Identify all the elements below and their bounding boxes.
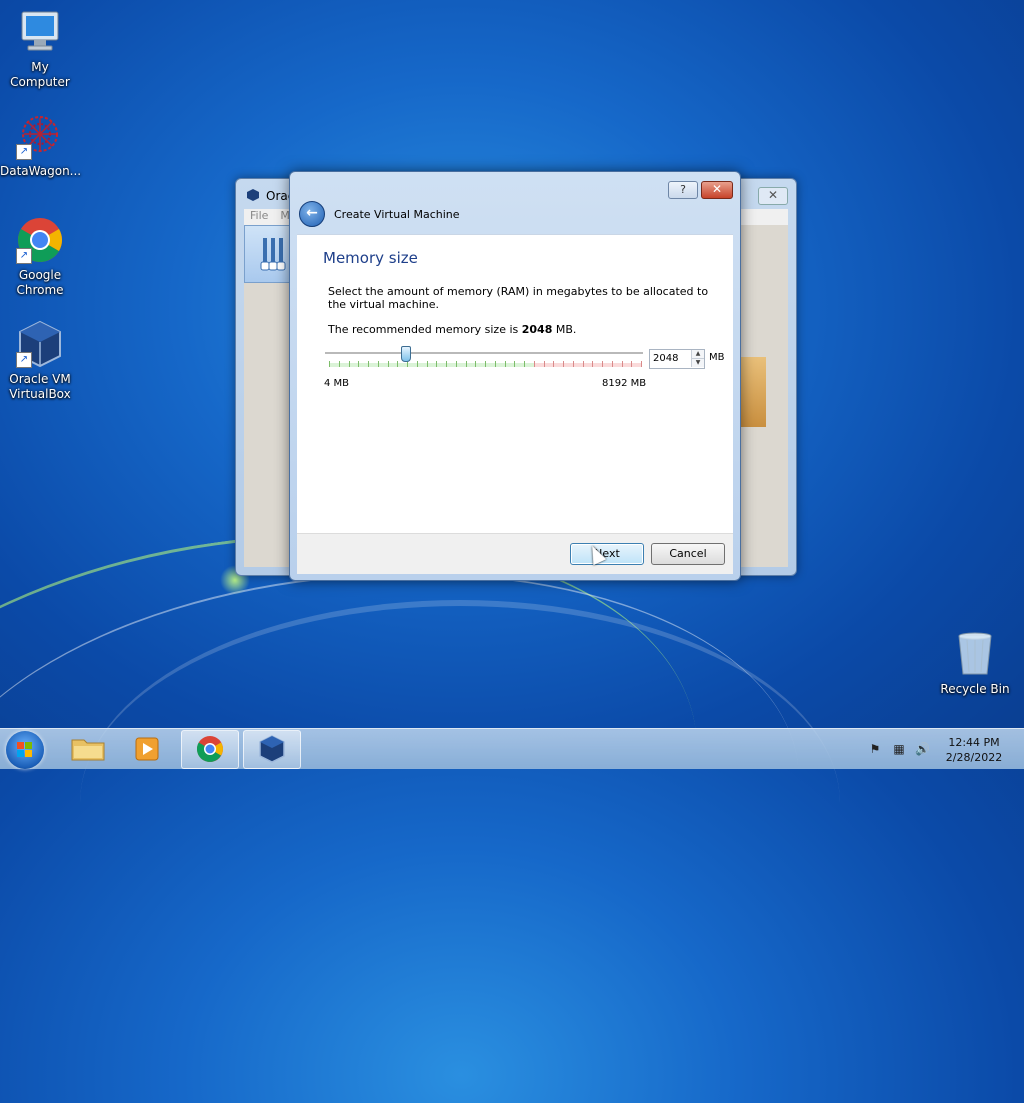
slider-tick <box>456 361 457 367</box>
slider-tick <box>475 361 476 367</box>
memory-unit-label: MB <box>709 352 725 363</box>
slider-tick <box>368 361 369 367</box>
desktop-icon-label: DataWagon... <box>0 164 82 178</box>
taskbar-virtualbox[interactable] <box>243 730 301 769</box>
virtualbox-icon: ↗ <box>16 320 64 368</box>
tools-icon <box>260 238 286 271</box>
wizard-page: Memory size Select the amount of memory … <box>297 234 733 533</box>
slider-tick <box>553 361 554 367</box>
slider-tick <box>388 361 389 367</box>
slider-tick <box>563 361 564 367</box>
taskbar-chrome[interactable] <box>181 730 239 769</box>
slider-tick <box>622 361 623 367</box>
recommended-memory-value: 2048 <box>521 323 553 336</box>
back-arrow-button[interactable]: ← <box>299 201 325 227</box>
slider-tick <box>436 361 437 367</box>
help-button[interactable]: ? <box>668 181 698 199</box>
slider-tick <box>349 361 350 367</box>
dialog-title: Create Virtual Machine <box>334 208 460 221</box>
desktop-icon-label: Google Chrome <box>16 268 64 297</box>
close-button[interactable]: ✕ <box>701 181 733 199</box>
shortcut-arrow-icon: ↗ <box>16 144 32 160</box>
desktop-icon-label: Recycle Bin <box>940 682 1010 696</box>
cancel-button[interactable]: Cancel <box>651 543 725 565</box>
desktop-icon-google-chrome[interactable]: ↗ Google Chrome <box>0 216 80 298</box>
slider-tick <box>534 361 535 367</box>
slider-tick <box>378 361 379 367</box>
page-heading: Memory size <box>323 249 418 267</box>
network-icon[interactable]: ▦ <box>892 742 906 756</box>
desktop-icon-label: Oracle VM VirtualBox <box>9 372 71 401</box>
taskbar: ⚑ ▦ 🔊 12:44 PM 2/28/2022 <box>0 728 1024 769</box>
virtualbox-icon <box>246 188 260 202</box>
wallpaper-swirl <box>80 600 840 1006</box>
desktop-icon-recycle-bin[interactable]: Recycle Bin <box>935 630 1015 697</box>
media-player-icon <box>135 737 159 761</box>
slider-tick <box>631 361 632 367</box>
slider-min-label: 4 MB <box>324 378 350 389</box>
desktop-icon-virtualbox[interactable]: ↗ Oracle VM VirtualBox <box>0 320 80 402</box>
slider-tick <box>446 361 447 367</box>
memory-input[interactable] <box>650 350 691 366</box>
recommended-memory-text: The recommended memory size is 2048 MB. <box>328 323 577 336</box>
desktop-icon-my-computer[interactable]: My Computer <box>0 8 80 90</box>
slider-tick <box>592 361 593 367</box>
slider-tick <box>485 361 486 367</box>
slider-tick <box>641 361 642 367</box>
slider-tick <box>573 361 574 367</box>
memory-slider-thumb[interactable] <box>401 346 412 362</box>
memory-spinbox[interactable]: ▲ ▼ <box>649 349 705 369</box>
shortcut-arrow-icon: ↗ <box>16 248 32 264</box>
recycle-bin-icon <box>951 630 999 678</box>
memory-slider-track[interactable] <box>325 352 643 355</box>
shortcut-arrow-icon: ↗ <box>16 352 32 368</box>
computer-icon <box>16 8 64 56</box>
virtualbox-icon <box>259 735 285 763</box>
windows-logo-icon <box>17 742 33 758</box>
slider-tick <box>524 361 525 367</box>
slider-max-label: 8192 MB <box>602 378 647 389</box>
create-vm-dialog[interactable]: ? ✕ ← Create Virtual Machine Memory size… <box>289 171 741 581</box>
taskbar-media-player[interactable] <box>120 730 176 767</box>
clock-date: 2/28/2022 <box>945 751 1003 764</box>
datawagon-icon: ↗ <box>16 112 64 160</box>
slider-tick <box>358 361 359 367</box>
slider-tick <box>417 361 418 367</box>
slider-tick <box>514 361 515 367</box>
back-arrow-icon: ← <box>306 205 318 221</box>
slider-tick <box>329 361 330 367</box>
page-description: Select the amount of memory (RAM) in meg… <box>328 285 709 311</box>
menu-file[interactable]: File <box>250 209 268 222</box>
spin-down-icon[interactable]: ▼ <box>691 359 704 367</box>
slider-tick <box>583 361 584 367</box>
spin-up-icon[interactable]: ▲ <box>691 350 704 359</box>
folder-icon <box>71 739 105 761</box>
next-button[interactable]: Next <box>570 543 644 565</box>
volume-icon[interactable]: 🔊 <box>915 742 930 756</box>
slider-tick <box>427 361 428 367</box>
slider-tick <box>397 361 398 367</box>
close-button[interactable]: ✕ <box>758 187 788 205</box>
slider-tick <box>466 361 467 367</box>
action-center-flag-icon[interactable]: ⚑ <box>868 742 882 756</box>
slider-tick <box>544 361 545 367</box>
memory-slider-ticks <box>329 361 642 367</box>
clock-time: 12:44 PM <box>948 736 1000 749</box>
taskbar-explorer[interactable] <box>60 730 116 767</box>
system-clock[interactable]: 12:44 PM 2/28/2022 <box>940 735 1008 765</box>
chrome-icon: ↗ <box>16 216 64 264</box>
slider-tick <box>495 361 496 367</box>
desktop-icon-datawagon[interactable]: ↗ DataWagon... <box>0 112 82 179</box>
start-button[interactable] <box>6 731 44 769</box>
slider-tick <box>602 361 603 367</box>
slider-tick <box>505 361 506 367</box>
slider-tick <box>339 361 340 367</box>
dialog-footer: Next Cancel <box>297 533 733 574</box>
desktop-icon-label: My Computer <box>10 60 70 89</box>
chrome-icon <box>196 736 223 762</box>
slider-tick <box>612 361 613 367</box>
